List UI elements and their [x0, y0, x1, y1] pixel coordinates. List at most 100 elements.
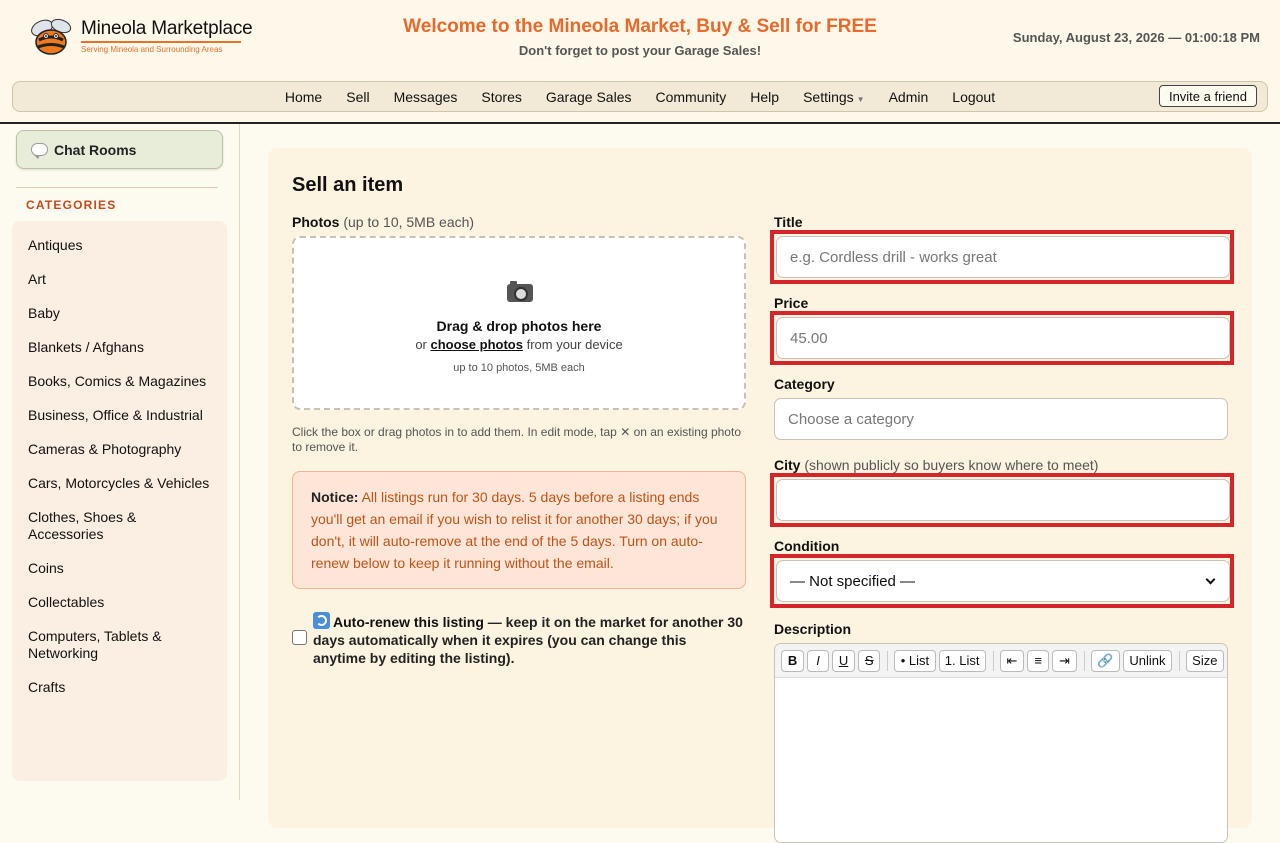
category-crafts[interactable]: Crafts [12, 673, 227, 707]
indent-button[interactable]: ⇥ [1052, 649, 1077, 672]
toolbar-separator [992, 650, 994, 671]
autorenew-title: Auto-renew this listing [333, 614, 484, 630]
photos-label-text: Photos [292, 214, 340, 230]
category-business-office-industrial[interactable]: Business, Office & Industrial [12, 401, 227, 435]
choose-photos-link[interactable]: choose photos [431, 337, 523, 352]
chat-rooms-button[interactable]: Chat Rooms [16, 130, 223, 169]
category-clothes-shoes-accessories[interactable]: Clothes, Shoes & Accessories [12, 503, 227, 554]
category-books-comics-magazines[interactable]: Books, Comics & Magazines [12, 367, 227, 401]
speech-bubble-icon [31, 143, 48, 159]
notice-label: Notice: [311, 489, 359, 505]
city-field-highlight [770, 473, 1234, 527]
autorenew-label[interactable]: Auto-renew this listing — keep it on the… [313, 612, 743, 667]
numbered-list-button[interactable]: 1. List [938, 649, 986, 672]
chat-rooms-label: Chat Rooms [54, 141, 137, 158]
condition-label: Condition [774, 538, 840, 554]
dropzone-title: Drag & drop photos here [436, 318, 602, 334]
title-input[interactable]: e.g. Cordless drill - works great [776, 236, 1230, 278]
unlink-button[interactable]: Unlink [1123, 649, 1172, 672]
category-list: Antiques Art Baby Blankets / Afghans Boo… [12, 221, 227, 781]
sidebar: Chat Rooms CATEGORIES Antiques Art Baby … [0, 124, 240, 800]
outdent-button[interactable]: ⇤ [999, 649, 1025, 672]
photo-dropzone[interactable]: Drag & drop photos here or choose photos… [292, 236, 746, 410]
category-antiques[interactable]: Antiques [12, 231, 227, 265]
city-input[interactable] [776, 479, 1230, 521]
brand-underline [81, 41, 241, 43]
font-size-select[interactable]: Size [1185, 649, 1224, 672]
title-field-highlight: e.g. Cordless drill - works great [770, 230, 1234, 284]
dropzone-from: from your device [526, 337, 623, 352]
notice-text: All listings run for 30 days. 5 days bef… [311, 489, 718, 571]
category-cars-motorcycles-vehicles[interactable]: Cars, Motorcycles & Vehicles [12, 469, 227, 503]
categories-heading: CATEGORIES [26, 198, 117, 212]
description-editor: B I U S • List 1. List ⇤ ≡ ⇥ 🔗 Unlink Si… [774, 643, 1228, 843]
site-header: Mineola Marketplace Serving Mineola and … [0, 0, 1280, 124]
category-coins[interactable]: Coins [12, 554, 227, 588]
dropzone-limit: up to 10 photos, 5MB each [453, 362, 585, 374]
description-label: Description [774, 621, 852, 637]
welcome-subtitle: Don't forget to post your Garage Sales! [518, 43, 762, 58]
bold-button[interactable]: B [781, 649, 804, 672]
nav-logout[interactable]: Logout [940, 89, 1007, 105]
nav-sell[interactable]: Sell [334, 89, 381, 105]
condition-select[interactable]: — Not specified — [776, 560, 1230, 602]
sell-form-panel: Sell an item Photos (up to 10, 5MB each)… [268, 148, 1252, 843]
condition-value: — Not specified — [790, 572, 916, 590]
nav-home[interactable]: Home [273, 89, 334, 105]
category-computers-tablets-networking[interactable]: Computers, Tablets & Networking [12, 622, 227, 673]
site-logo[interactable]: Mineola Marketplace Serving Mineola and … [28, 14, 258, 60]
dropzone-or: or [415, 337, 427, 352]
category-collectables[interactable]: Collectables [12, 588, 227, 622]
brand-name: Mineola Marketplace [81, 18, 253, 39]
nav-admin[interactable]: Admin [877, 89, 941, 105]
align-center-button[interactable]: ≡ [1027, 649, 1050, 672]
dropzone-subtitle: or choose photos from your device [294, 337, 744, 352]
camera-icon [507, 281, 533, 302]
category-cameras-photography[interactable]: Cameras & Photography [12, 435, 227, 469]
toolbar-separator [1178, 650, 1180, 671]
nav-help[interactable]: Help [738, 89, 791, 105]
dropzone-help: Click the box or drag photos in to add t… [292, 425, 741, 454]
bullet-list-button[interactable]: • List [894, 649, 936, 672]
nav-settings[interactable]: Settings ▼ [791, 89, 877, 105]
listing-notice: Notice: All listings run for 30 days. 5 … [292, 471, 746, 589]
hornet-mascot-icon [31, 18, 72, 55]
city-label-text: City [774, 457, 801, 473]
strikethrough-button[interactable]: S [858, 649, 881, 672]
welcome-title: Welcome to the Mineola Market, Buy & Sel… [403, 16, 877, 37]
photos-label: Photos (up to 10, 5MB each) [292, 214, 474, 230]
welcome-banner: Welcome to the Mineola Market, Buy & Sel… [340, 16, 940, 58]
title-label: Title [774, 214, 803, 230]
repeat-icon [313, 612, 330, 629]
category-blankets-afghans[interactable]: Blankets / Afghans [12, 333, 227, 367]
nav-items: Home Sell Messages Stores Garage Sales C… [13, 82, 1267, 111]
main-nav: Home Sell Messages Stores Garage Sales C… [12, 81, 1268, 112]
price-field-highlight: 45.00 [770, 311, 1234, 365]
toolbar-separator [1083, 650, 1085, 671]
brand-tagline: Serving Mineola and Surrounding Areas [81, 45, 223, 54]
editor-toolbar: B I U S • List 1. List ⇤ ≡ ⇥ 🔗 Unlink Si… [775, 644, 1227, 678]
sidebar-divider [16, 187, 218, 188]
category-art[interactable]: Art [12, 265, 227, 299]
link-button[interactable]: 🔗 [1090, 649, 1121, 672]
city-label-hint: (shown publicly so buyers know where to … [804, 457, 1099, 473]
caret-down-icon: ▼ [856, 94, 865, 104]
category-label: Category [774, 376, 835, 392]
nav-community[interactable]: Community [643, 89, 738, 105]
underline-button[interactable]: U [832, 649, 855, 672]
category-baby[interactable]: Baby [12, 299, 227, 333]
autorenew-checkbox[interactable] [292, 630, 307, 645]
photos-label-hint: (up to 10, 5MB each) [343, 214, 475, 230]
category-field: Choose a category [774, 398, 1228, 440]
toolbar-separator [887, 650, 889, 671]
price-input[interactable]: 45.00 [776, 317, 1230, 359]
italic-button[interactable]: I [807, 649, 829, 672]
invite-friend-button[interactable]: Invite a friend [1158, 85, 1257, 107]
category-select[interactable]: Choose a category [774, 398, 1228, 440]
nav-stores[interactable]: Stores [469, 89, 533, 105]
current-datetime: Sunday, August 23, 2026 — 01:00:18 PM [1012, 30, 1260, 45]
nav-garage-sales[interactable]: Garage Sales [534, 89, 644, 105]
condition-field-highlight: — Not specified — [770, 554, 1234, 608]
nav-settings-label: Settings [803, 88, 854, 105]
nav-messages[interactable]: Messages [382, 89, 470, 105]
